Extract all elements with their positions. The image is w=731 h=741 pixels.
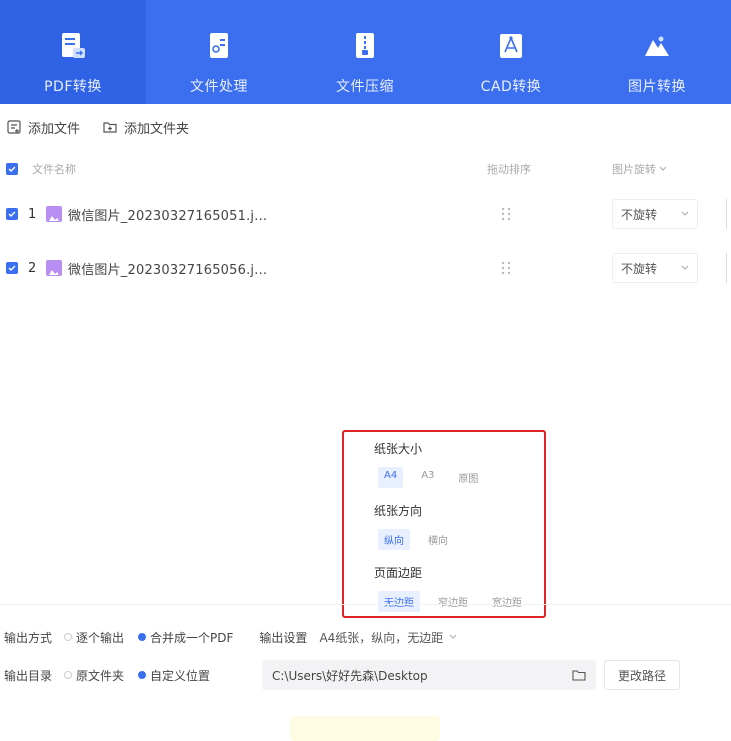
radio-off [64, 671, 73, 679]
output-settings-label: 输出设置 [259, 630, 308, 645]
nav-pdf-convert[interactable]: PDF转换 [0, 0, 146, 104]
output-mode-individual[interactable]: 逐个输出 [64, 629, 124, 646]
app-window: PDF转换 文件处理 文件压缩 CAD转换 图片转换 添加文件 添加文件夹 文件… [0, 0, 731, 741]
check-icon [8, 166, 16, 172]
drag-handle-icon[interactable] [500, 206, 512, 222]
column-header-rotate-label: 图片旋转 [612, 163, 656, 176]
paper-size-option-a3[interactable]: A3 [415, 467, 440, 488]
output-dir-original-label: 原文件夹 [76, 668, 125, 683]
margin-option-wide[interactable]: 宽边距 [486, 591, 528, 612]
column-header-sort: 拖动排序 [487, 163, 531, 176]
file-name: 微信图片_20230327165051.j... [68, 208, 268, 224]
output-path-value: C:\Users\好好先森\Desktop [272, 668, 428, 683]
margin-option-narrow[interactable]: 窄边距 [432, 591, 474, 612]
table-row: 1 微信图片_20230327165051.j... 不旋转 [0, 194, 731, 234]
divider [0, 604, 731, 605]
nav-file-compress[interactable]: 文件压缩 [292, 0, 438, 104]
nav-label: 文件处理 [190, 79, 248, 95]
table-row: 2 微信图片_20230327165056.j... 不旋转 [0, 248, 731, 288]
margin-title: 页面边距 [374, 566, 423, 580]
toolbar: 添加文件 添加文件夹 [0, 112, 205, 142]
add-file-button[interactable]: 添加文件 [6, 118, 80, 137]
add-folder-icon [103, 122, 117, 133]
top-nav: PDF转换 文件处理 文件压缩 CAD转换 图片转换 [0, 0, 731, 104]
output-dir-original[interactable]: 原文件夹 [64, 667, 124, 684]
column-header-name: 文件名称 [32, 163, 76, 176]
file-table-header: 文件名称 拖动排序 图片旋转 [0, 154, 731, 184]
column-header-rotate[interactable]: 图片旋转 [612, 161, 667, 177]
folder-icon[interactable] [572, 669, 586, 681]
row-index: 1 [28, 206, 37, 222]
orientation-option-landscape[interactable]: 横向 [422, 529, 454, 550]
nav-image-convert[interactable]: 图片转换 [584, 0, 730, 104]
orientation-options: 纵向 横向 [378, 529, 544, 550]
output-settings-popup: 纸张大小 A4 A3 原图 纸张方向 纵向 横向 页面边距 无边距 窄边距 宽边… [342, 430, 546, 618]
column-divider [726, 253, 727, 283]
chevron-down-icon [659, 166, 667, 171]
radio-on [138, 671, 147, 679]
output-settings-select[interactable]: A4纸张，纵向，无边距 [319, 629, 457, 646]
add-folder-button[interactable]: 添加文件夹 [102, 118, 189, 137]
nav-label: 文件压缩 [336, 79, 394, 95]
output-dir-custom[interactable]: 自定义位置 [138, 667, 210, 684]
rotate-select[interactable]: 不旋转 [612, 253, 698, 283]
change-path-button[interactable]: 更改路径 [604, 660, 680, 690]
row-checkbox[interactable] [6, 262, 18, 274]
pdf-convert-icon [57, 30, 89, 62]
image-file-icon [46, 206, 62, 222]
start-button-glow[interactable] [290, 716, 440, 741]
add-folder-label: 添加文件夹 [124, 121, 190, 137]
output-settings-value: A4纸张，纵向，无边距 [319, 630, 444, 645]
output-path-field[interactable]: C:\Users\好好先森\Desktop [262, 660, 596, 690]
column-divider [726, 199, 727, 229]
nav-label: 图片转换 [628, 79, 686, 95]
drag-handle-icon[interactable] [500, 260, 512, 276]
rotate-select-value: 不旋转 [621, 261, 658, 276]
nav-label: CAD转换 [480, 79, 542, 95]
output-dir-label: 输出目录 [4, 668, 53, 683]
add-file-label: 添加文件 [28, 121, 81, 137]
output-dir-row: 输出目录 原文件夹 自定义位置 [0, 660, 224, 690]
check-icon [8, 211, 16, 217]
rotate-select[interactable]: 不旋转 [612, 199, 698, 229]
file-compress-icon [349, 30, 381, 62]
margin-option-none[interactable]: 无边距 [378, 591, 420, 612]
cad-convert-icon [495, 30, 527, 62]
margin-options: 无边距 窄边距 宽边距 [378, 591, 544, 612]
orientation-title: 纸张方向 [374, 504, 423, 518]
radio-off [64, 633, 73, 641]
image-convert-icon [641, 30, 673, 62]
output-mode-label: 输出方式 [4, 630, 53, 645]
output-mode-merge-label: 合并成一个PDF [150, 630, 234, 645]
chevron-down-icon [681, 265, 689, 270]
check-icon [8, 265, 16, 271]
chevron-down-icon [449, 634, 457, 639]
file-process-icon [203, 30, 235, 62]
nav-cad-convert[interactable]: CAD转换 [438, 0, 584, 104]
paper-size-option-original[interactable]: 原图 [452, 467, 484, 488]
output-mode-row: 输出方式 逐个输出 合并成一个PDF 输出设置 A4纸张，纵向，无边距 [0, 622, 457, 652]
paper-size-options: A4 A3 原图 [378, 467, 544, 488]
image-file-icon [46, 260, 62, 276]
nav-file-process[interactable]: 文件处理 [146, 0, 292, 104]
file-name: 微信图片_20230327165056.j... [68, 262, 268, 278]
chevron-down-icon [681, 211, 689, 216]
row-checkbox[interactable] [6, 208, 18, 220]
add-file-icon [7, 120, 21, 134]
rotate-select-value: 不旋转 [621, 207, 658, 222]
paper-size-option-a4[interactable]: A4 [378, 467, 404, 488]
paper-size-title: 纸张大小 [374, 442, 423, 456]
nav-label: PDF转换 [44, 79, 102, 95]
select-all-checkbox[interactable] [6, 163, 18, 175]
output-dir-custom-label: 自定义位置 [150, 668, 211, 683]
row-index: 2 [28, 260, 37, 276]
output-mode-merge[interactable]: 合并成一个PDF [138, 629, 233, 646]
output-mode-individual-label: 逐个输出 [76, 630, 125, 645]
radio-on [138, 633, 147, 641]
orientation-option-portrait[interactable]: 纵向 [378, 529, 410, 550]
